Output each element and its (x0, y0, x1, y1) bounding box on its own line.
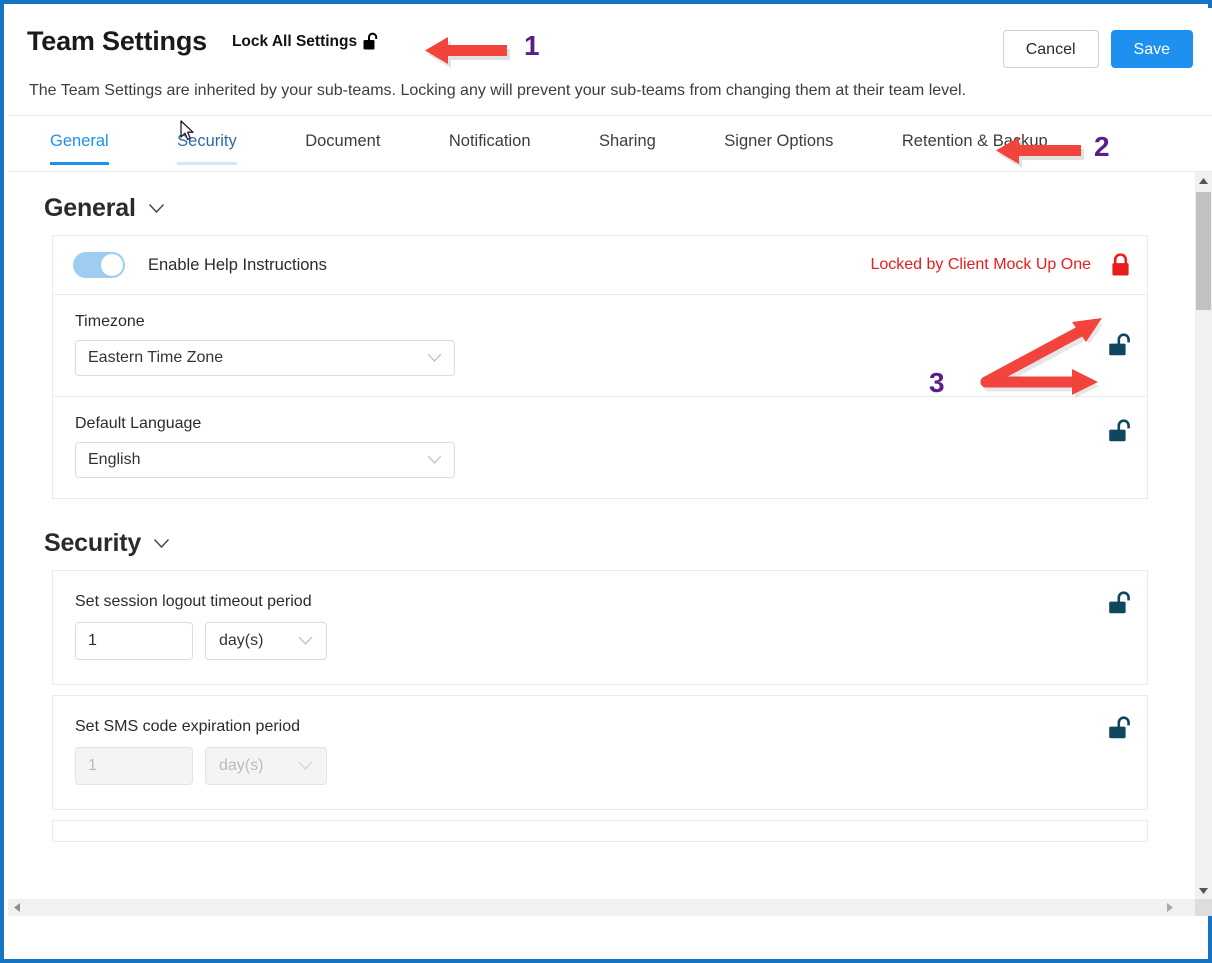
chevron-down-icon (148, 203, 165, 214)
annotation-number-2: 2 (1094, 131, 1110, 162)
settings-body: General Enable Help Instructions Locked … (8, 172, 1212, 916)
page-header: Team Settings Lock All Settings The Team… (8, 8, 1212, 116)
chevron-down-icon (427, 455, 442, 465)
lock-closed-icon[interactable] (1110, 253, 1131, 277)
enable-help-instructions-toggle[interactable] (73, 252, 125, 278)
settings-tabs: General Security Document Notification S… (8, 116, 1212, 172)
horizontal-scrollbar[interactable] (8, 899, 1195, 916)
sms-expiration-unit-value: day(s) (219, 757, 264, 774)
default-language-select[interactable]: English (75, 442, 455, 478)
section-title-general: General (44, 194, 136, 222)
session-logout-label: Set session logout timeout period (75, 593, 312, 610)
tab-document[interactable]: Document (305, 116, 380, 165)
setting-row-sms-code-expiration: Set SMS code expiration period day(s) (52, 695, 1148, 810)
triangle-down-icon[interactable] (1195, 882, 1212, 899)
page-subtitle: The Team Settings are inherited by your … (29, 82, 967, 99)
session-logout-number-input[interactable] (75, 622, 193, 660)
timezone-value: Eastern Time Zone (88, 349, 224, 366)
scrollbar-corner (1195, 899, 1212, 916)
annotation-number-3: 3 (929, 367, 945, 398)
vertical-scrollbar[interactable] (1195, 172, 1212, 899)
section-header-general[interactable]: General (44, 194, 1172, 223)
setting-row-default-language: Default Language English (52, 396, 1148, 499)
section-header-security[interactable]: Security (44, 529, 1172, 558)
chevron-down-icon (153, 538, 170, 549)
session-logout-inputs: day(s) (75, 622, 1127, 660)
settings-scroll-content: General Enable Help Instructions Locked … (8, 172, 1172, 899)
timezone-label: Timezone (75, 313, 145, 330)
default-language-field: Default Language English (53, 397, 1147, 498)
triangle-left-icon[interactable] (8, 899, 25, 916)
setting-row-session-logout-timeout: Set session logout timeout period day(s) (52, 570, 1148, 685)
chevron-down-icon (427, 353, 442, 363)
triangle-right-icon[interactable] (1161, 899, 1178, 916)
sms-expiration-inputs: day(s) (75, 747, 1127, 785)
locked-by-note: Locked by Client Mock Up One (870, 256, 1091, 273)
team-settings-app: Team Settings Lock All Settings The Team… (8, 8, 1212, 916)
session-logout-unit-select[interactable]: day(s) (205, 622, 327, 660)
setting-row-enable-help-instructions: Enable Help Instructions Locked by Clien… (52, 235, 1148, 294)
unlock-icon[interactable] (1108, 591, 1131, 615)
sms-expiration-unit-select[interactable]: day(s) (205, 747, 327, 785)
page-title: Team Settings (27, 26, 207, 56)
session-logout-unit-value: day(s) (219, 632, 264, 649)
timezone-select[interactable]: Eastern Time Zone (75, 340, 455, 376)
setting-row-partial (52, 820, 1148, 842)
screenshot-frame: Team Settings Lock All Settings The Team… (0, 0, 1212, 963)
lock-all-settings-button[interactable]: Lock All Settings (232, 32, 380, 51)
sms-expiration-number-input[interactable] (75, 747, 193, 785)
header-actions: Cancel Save (1002, 30, 1193, 68)
tab-signer-options[interactable]: Signer Options (724, 116, 833, 165)
unlock-icon (363, 32, 380, 51)
chevron-down-icon (298, 636, 313, 646)
sms-expiration-field: Set SMS code expiration period day(s) (53, 696, 1147, 809)
sms-expiration-label: Set SMS code expiration period (75, 718, 301, 735)
unlock-icon[interactable] (1108, 333, 1131, 357)
triangle-up-icon[interactable] (1195, 172, 1212, 189)
unlock-icon[interactable] (1108, 419, 1131, 443)
cancel-button[interactable]: Cancel (1002, 30, 1099, 68)
tab-sharing[interactable]: Sharing (599, 116, 656, 165)
enable-help-instructions-label: Enable Help Instructions (148, 255, 327, 274)
tab-notification[interactable]: Notification (449, 116, 531, 165)
tab-retention-backup[interactable]: Retention & Backup (902, 116, 1048, 165)
annotation-number-1: 1 (524, 30, 540, 61)
unlock-icon[interactable] (1108, 716, 1131, 740)
default-language-value: English (88, 451, 141, 468)
toggle-knob (101, 254, 123, 276)
session-logout-field: Set session logout timeout period day(s) (53, 571, 1147, 684)
tab-security[interactable]: Security (177, 116, 237, 165)
save-button[interactable]: Save (1110, 30, 1193, 68)
lock-all-settings-label: Lock All Settings (231, 32, 358, 50)
default-language-label: Default Language (75, 415, 202, 432)
title-row: Team Settings Lock All Settings (27, 28, 380, 55)
chevron-down-icon (298, 761, 313, 771)
timezone-field: Timezone Eastern Time Zone (53, 295, 1147, 396)
tab-general[interactable]: General (50, 116, 109, 165)
vertical-scrollbar-thumb[interactable] (1196, 192, 1211, 310)
section-title-security: Security (44, 529, 142, 557)
setting-row-timezone: Timezone Eastern Time Zone (52, 294, 1148, 396)
